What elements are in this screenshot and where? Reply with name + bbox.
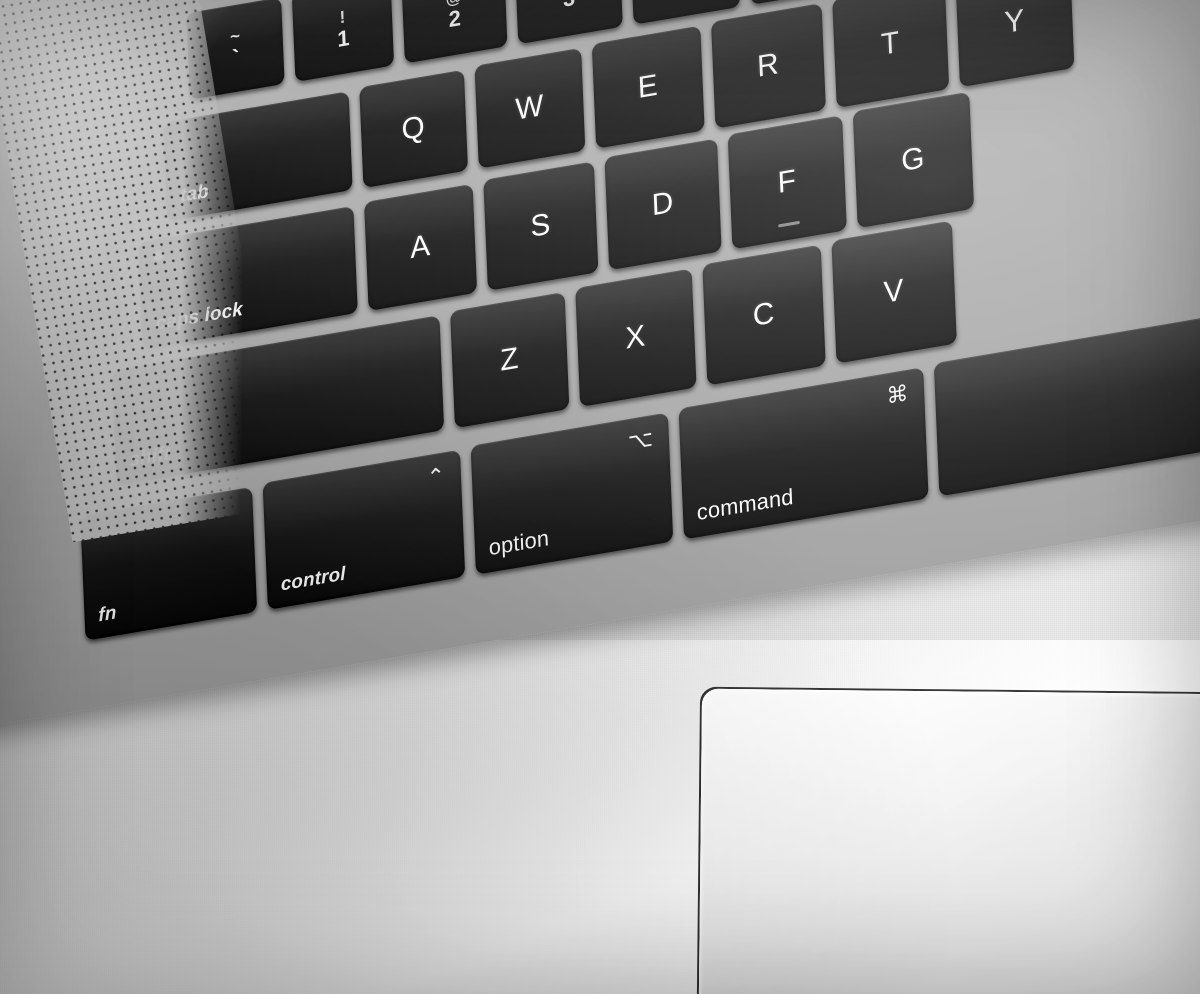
trackpad-reflection [697,688,1200,994]
key-r[interactable]: R [711,3,826,129]
screenshot-root: esc☀☀☷☷🔈🔉 ~`!1@2#3$4%5^6&7 tabQWERTY cap… [0,0,1200,994]
option-alt-icon: ⌥ [627,425,654,455]
key-a[interactable]: A [364,183,478,311]
key-v-legend: V [883,273,906,310]
key-a-legend: A [409,228,432,266]
key-f-legend: F [777,163,798,201]
key-q[interactable]: Q [359,69,469,189]
key-f[interactable]: F [727,115,847,250]
homing-bump-icon [778,220,800,228]
key-3-legend: #3 [516,0,622,19]
key-w-legend: W [514,88,546,127]
key-s[interactable]: S [483,161,599,291]
key-s-legend: S [529,207,552,244]
key-y-legend: Y [1003,3,1026,41]
key-1-legend: ! 1 [336,7,350,52]
key-e-legend: E [637,68,660,106]
key-d-legend: D [651,185,675,223]
key-d[interactable]: D [604,138,722,271]
key-q-legend: Q [400,109,427,148]
key-fn-label: fn [97,602,117,627]
key-r-legend: R [756,46,781,84]
key-x[interactable]: X [575,268,697,408]
trackpad[interactable] [697,688,1200,994]
key-command-label: command [696,483,794,526]
key-t[interactable]: T [832,0,950,109]
key-v[interactable]: V [831,220,957,364]
key-c-legend: C [752,296,776,334]
key-c[interactable]: C [702,244,826,386]
command-icon: ⌘ [886,380,909,409]
key-x-legend: X [624,318,647,356]
control-caret-icon: ⌃ [426,462,446,491]
key-e[interactable]: E [591,25,705,149]
key-z[interactable]: Z [450,292,570,429]
key-g[interactable]: G [852,91,975,229]
key-2-legend: @2 [445,0,462,33]
key-option-label: option [488,524,550,561]
key-g-legend: G [900,140,927,179]
key-z-legend: Z [499,341,520,378]
key-control-label: control [280,563,347,596]
key-t-legend: T [880,25,901,62]
key-w[interactable]: W [474,47,586,169]
